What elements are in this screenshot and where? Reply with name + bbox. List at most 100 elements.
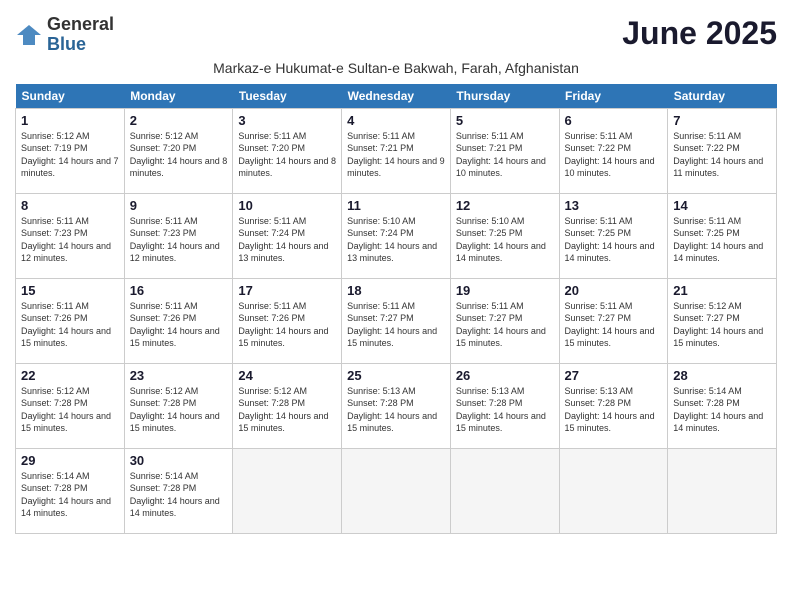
day-info: Sunrise: 5:11 AMSunset: 7:27 PMDaylight:… — [565, 300, 663, 350]
day-info: Sunrise: 5:11 AMSunset: 7:27 PMDaylight:… — [347, 300, 445, 350]
day-number: 13 — [565, 198, 663, 213]
header-friday: Friday — [559, 84, 668, 109]
page-header: General Blue June 2025 — [15, 15, 777, 55]
header-wednesday: Wednesday — [342, 84, 451, 109]
calendar-table: Sunday Monday Tuesday Wednesday Thursday… — [15, 84, 777, 534]
table-row — [233, 448, 342, 533]
day-number: 7 — [673, 113, 771, 128]
table-row: 7 Sunrise: 5:11 AMSunset: 7:22 PMDaylight… — [668, 108, 777, 193]
day-number: 30 — [130, 453, 228, 468]
day-number: 8 — [21, 198, 119, 213]
table-row: 2 Sunrise: 5:12 AMSunset: 7:20 PMDaylight… — [124, 108, 233, 193]
day-info: Sunrise: 5:13 AMSunset: 7:28 PMDaylight:… — [456, 385, 554, 435]
table-row: 17 Sunrise: 5:11 AMSunset: 7:26 PMDayligh… — [233, 278, 342, 363]
table-row: 22 Sunrise: 5:12 AMSunset: 7:28 PMDayligh… — [16, 363, 125, 448]
day-info: Sunrise: 5:11 AMSunset: 7:20 PMDaylight:… — [238, 130, 336, 180]
day-info: Sunrise: 5:10 AMSunset: 7:24 PMDaylight:… — [347, 215, 445, 265]
table-row: 19Sunrise: 5:11 AMSunset: 7:27 PMDayligh… — [450, 278, 559, 363]
table-row: 8 Sunrise: 5:11 AMSunset: 7:23 PMDaylight… — [16, 193, 125, 278]
day-info: Sunrise: 5:12 AMSunset: 7:27 PMDaylight:… — [673, 300, 771, 350]
week-row: 1Sunrise: 5:12 AMSunset: 7:19 PMDaylight… — [16, 108, 777, 193]
day-info: Sunrise: 5:10 AMSunset: 7:25 PMDaylight:… — [456, 215, 554, 265]
table-row: 18 Sunrise: 5:11 AMSunset: 7:27 PMDayligh… — [342, 278, 451, 363]
day-number: 10 — [238, 198, 336, 213]
table-row — [559, 448, 668, 533]
day-number: 12 — [456, 198, 554, 213]
day-number: 29 — [21, 453, 119, 468]
table-row: 23 Sunrise: 5:12 AMSunset: 7:28 PMDayligh… — [124, 363, 233, 448]
table-row: 20 Sunrise: 5:11 AMSunset: 7:27 PMDayligh… — [559, 278, 668, 363]
day-number: 26 — [456, 368, 554, 383]
day-number: 25 — [347, 368, 445, 383]
table-row: 13 Sunrise: 5:11 AMSunset: 7:25 PMDayligh… — [559, 193, 668, 278]
day-info: Sunrise: 5:14 AMSunset: 7:28 PMDaylight:… — [130, 470, 228, 520]
table-row: 15 Sunrise: 5:11 AMSunset: 7:26 PMDayligh… — [16, 278, 125, 363]
day-info: Sunrise: 5:13 AMSunset: 7:28 PMDaylight:… — [347, 385, 445, 435]
day-info: Sunrise: 5:12 AMSunset: 7:28 PMDaylight:… — [21, 385, 119, 435]
day-number: 5 — [456, 113, 554, 128]
table-row: 26 Sunrise: 5:13 AMSunset: 7:28 PMDayligh… — [450, 363, 559, 448]
day-number: 11 — [347, 198, 445, 213]
day-number: 2 — [130, 113, 228, 128]
day-number: 15 — [21, 283, 119, 298]
day-number: 18 — [347, 283, 445, 298]
day-info: Sunrise: 5:11 AMSunset: 7:26 PMDaylight:… — [130, 300, 228, 350]
table-row: 10 Sunrise: 5:11 AMSunset: 7:24 PMDayligh… — [233, 193, 342, 278]
table-row: 21 Sunrise: 5:12 AMSunset: 7:27 PMDayligh… — [668, 278, 777, 363]
day-info: Sunrise: 5:14 AMSunset: 7:28 PMDaylight:… — [21, 470, 119, 520]
logo-icon — [15, 21, 43, 49]
table-row: 27Sunrise: 5:13 AMSunset: 7:28 PMDayligh… — [559, 363, 668, 448]
weekday-header-row: Sunday Monday Tuesday Wednesday Thursday… — [16, 84, 777, 109]
day-number: 9 — [130, 198, 228, 213]
table-row: 3 Sunrise: 5:11 AMSunset: 7:20 PMDaylight… — [233, 108, 342, 193]
day-info: Sunrise: 5:11 AMSunset: 7:22 PMDaylight:… — [565, 130, 663, 180]
day-info: Sunrise: 5:11 AMSunset: 7:23 PMDaylight:… — [130, 215, 228, 265]
day-info: Sunrise: 5:11 AMSunset: 7:23 PMDaylight:… — [21, 215, 119, 265]
day-info: Sunrise: 5:12 AMSunset: 7:19 PMDaylight:… — [21, 130, 119, 180]
header-tuesday: Tuesday — [233, 84, 342, 109]
table-row: 9 Sunrise: 5:11 AMSunset: 7:23 PMDaylight… — [124, 193, 233, 278]
week-row: 29 Sunrise: 5:14 AMSunset: 7:28 PMDayligh… — [16, 448, 777, 533]
logo: General Blue — [15, 15, 114, 55]
day-number: 3 — [238, 113, 336, 128]
day-info: Sunrise: 5:11 AMSunset: 7:26 PMDaylight:… — [238, 300, 336, 350]
day-info: Sunrise: 5:11 AMSunset: 7:25 PMDaylight:… — [565, 215, 663, 265]
day-number: 27 — [565, 368, 663, 383]
header-thursday: Thursday — [450, 84, 559, 109]
day-info: Sunrise: 5:12 AMSunset: 7:28 PMDaylight:… — [130, 385, 228, 435]
day-info: Sunrise: 5:12 AMSunset: 7:20 PMDaylight:… — [130, 130, 228, 180]
day-number: 20 — [565, 283, 663, 298]
week-row: 22 Sunrise: 5:12 AMSunset: 7:28 PMDayligh… — [16, 363, 777, 448]
table-row: 4Sunrise: 5:11 AMSunset: 7:21 PMDaylight… — [342, 108, 451, 193]
day-number: 19 — [456, 283, 554, 298]
day-info: Sunrise: 5:14 AMSunset: 7:28 PMDaylight:… — [673, 385, 771, 435]
day-info: Sunrise: 5:11 AMSunset: 7:26 PMDaylight:… — [21, 300, 119, 350]
day-number: 16 — [130, 283, 228, 298]
day-info: Sunrise: 5:12 AMSunset: 7:28 PMDaylight:… — [238, 385, 336, 435]
day-number: 6 — [565, 113, 663, 128]
table-row: 11 Sunrise: 5:10 AMSunset: 7:24 PMDayligh… — [342, 193, 451, 278]
header-sunday: Sunday — [16, 84, 125, 109]
table-row: 5Sunrise: 5:11 AMSunset: 7:21 PMDaylight… — [450, 108, 559, 193]
table-row: 25 Sunrise: 5:13 AMSunset: 7:28 PMDayligh… — [342, 363, 451, 448]
header-monday: Monday — [124, 84, 233, 109]
day-number: 28 — [673, 368, 771, 383]
day-number: 23 — [130, 368, 228, 383]
table-row: 30 Sunrise: 5:14 AMSunset: 7:28 PMDayligh… — [124, 448, 233, 533]
day-info: Sunrise: 5:11 AMSunset: 7:24 PMDaylight:… — [238, 215, 336, 265]
day-info: Sunrise: 5:11 AMSunset: 7:25 PMDaylight:… — [673, 215, 771, 265]
day-number: 21 — [673, 283, 771, 298]
month-title: June 2025 — [622, 15, 777, 52]
table-row: 1Sunrise: 5:12 AMSunset: 7:19 PMDaylight… — [16, 108, 125, 193]
day-number: 22 — [21, 368, 119, 383]
table-row: 14 Sunrise: 5:11 AMSunset: 7:25 PMDayligh… — [668, 193, 777, 278]
table-row: 12 Sunrise: 5:10 AMSunset: 7:25 PMDayligh… — [450, 193, 559, 278]
table-row — [342, 448, 451, 533]
table-row — [668, 448, 777, 533]
day-number: 17 — [238, 283, 336, 298]
day-info: Sunrise: 5:11 AMSunset: 7:22 PMDaylight:… — [673, 130, 771, 180]
day-number: 14 — [673, 198, 771, 213]
table-row: 6 Sunrise: 5:11 AMSunset: 7:22 PMDaylight… — [559, 108, 668, 193]
day-number: 24 — [238, 368, 336, 383]
table-row: 29 Sunrise: 5:14 AMSunset: 7:28 PMDayligh… — [16, 448, 125, 533]
